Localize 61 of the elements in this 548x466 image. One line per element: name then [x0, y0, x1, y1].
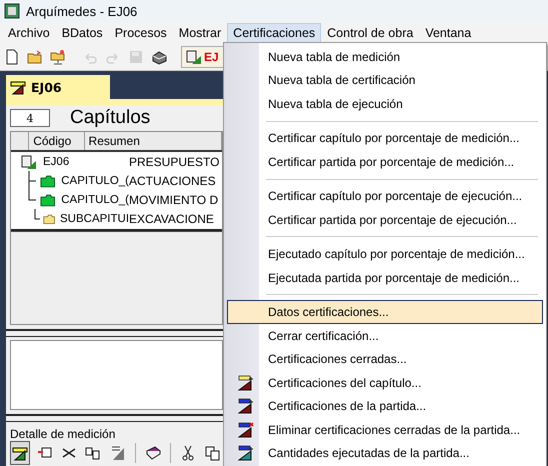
- network-folder-icon: [50, 49, 66, 65]
- tree-connector: [34, 209, 40, 220]
- splitter[interactable]: [6, 329, 223, 337]
- menu-bar-item[interactable]: BDatos: [56, 23, 109, 43]
- menu-item[interactable]: Ejecutado capítulo por porcentaje de medición...: [227, 242, 543, 266]
- app-icon: [4, 3, 20, 19]
- menu-item[interactable]: Nueva tabla de ejecución: [227, 92, 543, 116]
- menu-item[interactable]: Certificaciones de la partida...: [227, 394, 543, 418]
- summary-cell: MOVIMIENTO D: [129, 192, 218, 206]
- menu-item[interactable]: Eliminar certificaciones cerradas de la partida...: [227, 418, 543, 442]
- section-title: Capítulos: [70, 107, 150, 129]
- copy-rows-icon: [85, 445, 102, 462]
- measure-table-icon: [10, 79, 26, 95]
- menu-item[interactable]: Certificar partida por porcentaje de medición...: [227, 150, 543, 174]
- menu-item[interactable]: Nueva tabla de medición: [227, 45, 543, 69]
- delete-certifications-icon: [238, 422, 254, 438]
- folder-icon: [40, 172, 56, 188]
- menu-item[interactable]: Cerrar certificación...: [227, 324, 543, 348]
- cut-icon: [180, 445, 196, 462]
- folder-icon: [40, 192, 56, 208]
- measure-table-icon: [12, 445, 28, 462]
- code-cell: EJ06: [43, 156, 70, 168]
- menu-item[interactable]: Certificar capítulo por porcentaje de ejecución...: [227, 184, 543, 208]
- summary-cell: PRESUPUESTO: [129, 154, 220, 168]
- column-header[interactable]: Resumen: [84, 132, 222, 150]
- item-certifications-icon: [238, 398, 254, 414]
- menu-item[interactable]: Certificar capítulo por porcentaje de medición...: [227, 126, 543, 150]
- save-icon: [128, 49, 144, 65]
- chapter-certifications-icon: [238, 374, 254, 391]
- code-cell: SUBCAPITUI: [60, 212, 130, 224]
- menu-bar-item[interactable]: Mostrar: [172, 23, 228, 43]
- menu-bar-item[interactable]: Procesos: [108, 23, 173, 43]
- menu-item[interactable]: Certificaciones cerradas...: [227, 347, 543, 371]
- menu-bar-item[interactable]: Control de obra: [321, 23, 420, 43]
- toolbar-button[interactable]: [10, 441, 30, 466]
- splitter[interactable]: [6, 414, 223, 422]
- menu-bar-item[interactable]: Certificaciones: [227, 23, 322, 43]
- menu-item[interactable]: Ejecutada partida por porcentaje de medición...: [227, 266, 543, 290]
- new-document-icon: [4, 49, 20, 65]
- code-cell: CAPITULO_(: [61, 194, 129, 206]
- copy-icon: [204, 445, 221, 462]
- menu-item[interactable]: Certificar partida por porcentaje de ejecución...: [227, 208, 543, 232]
- menu-item[interactable]: Nueva tabla de certificación: [227, 68, 543, 92]
- budget-icon: [186, 49, 202, 65]
- menu-item[interactable]: Certificaciones del capítulo...: [227, 370, 543, 394]
- document-button[interactable]: EJ: [181, 46, 224, 68]
- window-title: Arquímedes - EJ06: [26, 4, 138, 18]
- summary-cell: ACTUACIONES: [129, 174, 216, 188]
- open-folder-icon: [27, 49, 43, 65]
- menu-item[interactable]: Datos certificaciones...: [227, 300, 543, 324]
- menu-bar-item[interactable]: Archivo: [2, 23, 56, 43]
- summary-cell: EXCAVACIONE: [129, 212, 214, 226]
- code-cell: CAPITULO_(: [61, 174, 129, 186]
- executed-quantities-icon: [238, 445, 254, 462]
- panel-title: Detalle de medición: [10, 426, 116, 441]
- menu-item[interactable]: Cantidades ejecutadas de la partida...: [227, 441, 543, 465]
- menu-bar-item[interactable]: Ventana: [419, 23, 478, 43]
- document-tab[interactable]: EJ06: [6, 75, 110, 99]
- budget-icon: [21, 154, 37, 170]
- count-field: 4: [10, 109, 50, 127]
- column-header[interactable]: Código: [29, 132, 85, 150]
